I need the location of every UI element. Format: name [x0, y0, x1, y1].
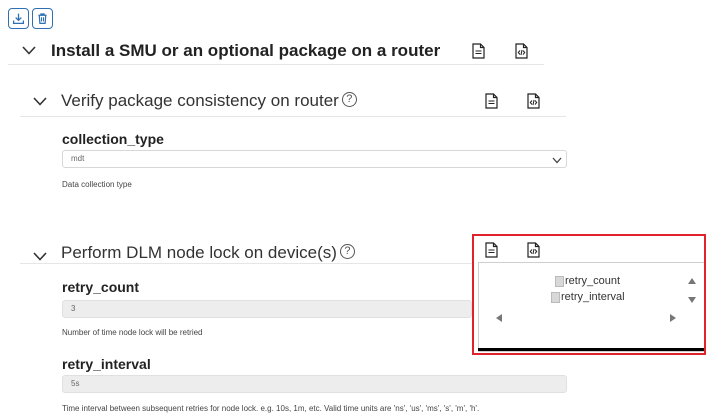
- collection-type-label: collection_type: [62, 131, 164, 147]
- retry-count-value: 3: [71, 304, 76, 313]
- retry-interval-help: Time interval between subsequent retries…: [62, 404, 480, 413]
- trash-icon: [38, 13, 47, 24]
- collection-type-help: Data collection type: [62, 180, 132, 189]
- section-divider: [20, 116, 566, 117]
- retry-interval-value: 5s: [71, 379, 80, 388]
- download-button[interactable]: [8, 8, 29, 29]
- retry-interval-field[interactable]: 5s: [62, 375, 567, 393]
- code-file-icon[interactable]: [527, 93, 540, 109]
- retry-count-label: retry_count: [62, 279, 140, 295]
- chevron-down-icon[interactable]: [22, 46, 36, 55]
- dlm-section-title: Perform DLM node lock on device(s): [61, 243, 337, 262]
- highlight-box: [472, 234, 706, 355]
- help-icon[interactable]: ?: [339, 244, 355, 259]
- retry-interval-label: retry_interval: [62, 356, 151, 372]
- retry-count-help: Number of time node lock will be retried: [62, 328, 203, 337]
- verify-section-header: Verify package consistency on router?: [61, 91, 357, 111]
- document-icon[interactable]: [472, 43, 485, 59]
- section-divider: [20, 263, 472, 264]
- verify-section-title: Verify package consistency on router: [61, 91, 339, 110]
- delete-button[interactable]: [32, 8, 53, 29]
- help-icon[interactable]: ?: [341, 92, 357, 107]
- chevron-down-icon: [552, 154, 562, 170]
- collection-type-value: mdt: [71, 154, 85, 163]
- collection-type-select[interactable]: mdt: [62, 150, 567, 168]
- chevron-down-icon[interactable]: [33, 97, 47, 106]
- retry-count-field[interactable]: 3: [62, 300, 472, 318]
- document-icon[interactable]: [485, 93, 498, 109]
- section-divider: [8, 64, 544, 65]
- download-icon: [12, 13, 25, 25]
- code-file-icon[interactable]: [515, 43, 528, 59]
- install-section-title: Install a SMU or an optional package on …: [51, 41, 441, 60]
- dlm-section-header: Perform DLM node lock on device(s)?: [61, 243, 355, 263]
- chevron-down-icon[interactable]: [33, 252, 47, 261]
